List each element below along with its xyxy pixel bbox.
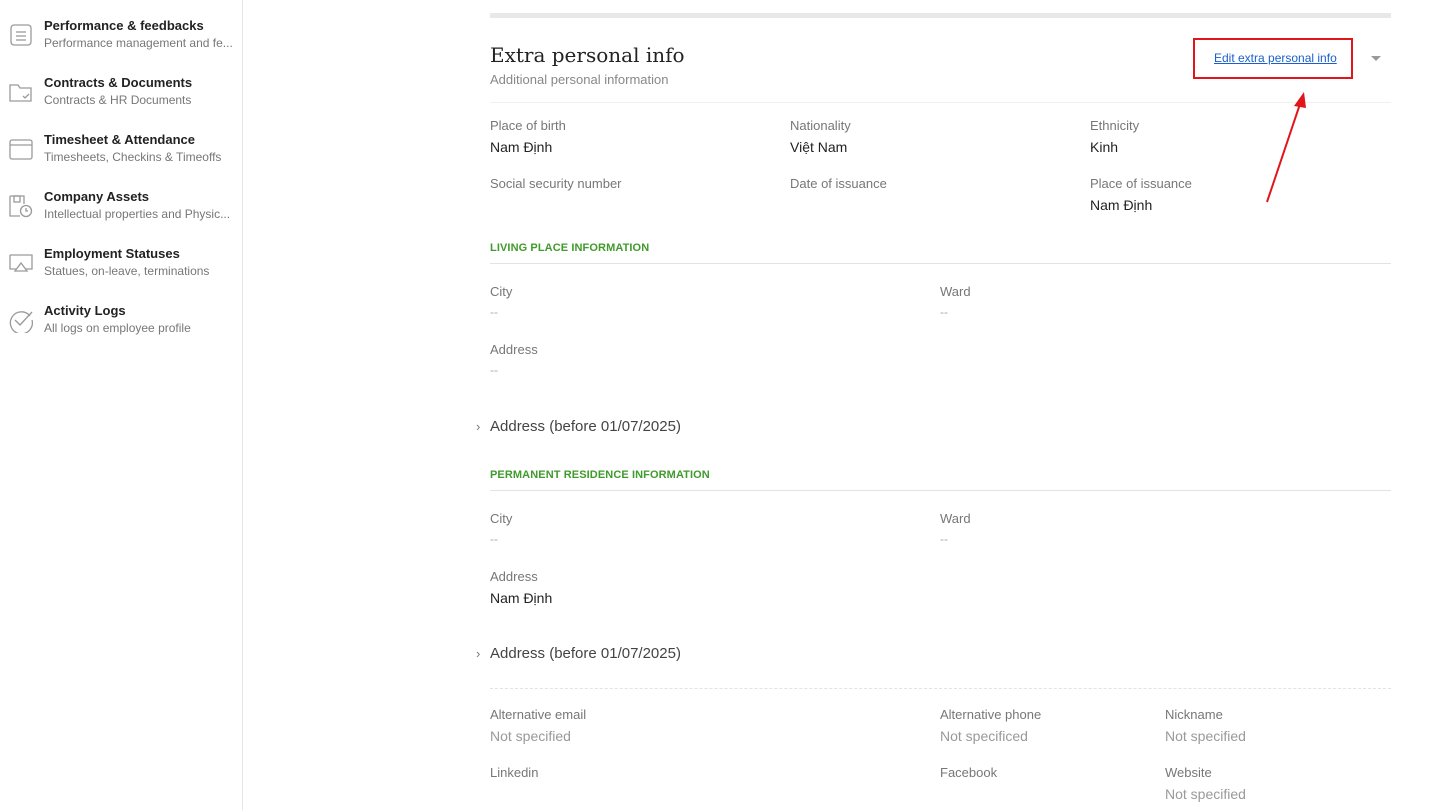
living-place-divider: [490, 263, 1391, 264]
sidebar-item-employment[interactable]: Employment Statuses Statues, on-leave, t…: [0, 246, 243, 296]
living-place-heading: LIVING PLACE INFORMATION: [490, 242, 650, 254]
permanent-city-field: City --: [490, 511, 512, 546]
monitor-icon: [8, 250, 34, 276]
sidebar: Performance & feedbacks Performance mana…: [0, 0, 243, 810]
living-address-field: Address --: [490, 342, 538, 377]
ethnicity-field: Ethnicity Kinh: [1090, 118, 1139, 155]
nickname-field: Nickname Not specified: [1165, 707, 1246, 744]
field-label: City: [490, 284, 513, 299]
sidebar-item-title: Performance & feedbacks: [44, 18, 204, 33]
toggle-label: Address (before 01/07/2025): [490, 645, 681, 662]
field-value: Kinh: [1090, 139, 1119, 155]
field-value: --: [940, 532, 948, 546]
sidebar-item-subtitle: All logs on employee profile: [44, 321, 191, 335]
ssn-field: Social security number: [490, 176, 622, 197]
sidebar-item-title: Activity Logs: [44, 303, 126, 318]
living-ward-field: Ward --: [940, 284, 971, 319]
field-label: City: [490, 511, 513, 526]
calendar-icon: [8, 136, 34, 162]
field-label: Address: [490, 342, 538, 357]
living-old-address-toggle[interactable]: › Address (before 01/07/2025): [476, 418, 681, 435]
alt-email-field: Alternative email Not specified: [490, 707, 586, 744]
linkedin-field: Linkedin: [490, 765, 538, 786]
field-value: --: [490, 532, 498, 546]
field-value: Not specified: [1165, 728, 1246, 744]
field-value: Not specified: [1165, 786, 1246, 802]
check-circle-icon: [8, 307, 34, 335]
sidebar-item-timesheet[interactable]: Timesheet & Attendance Timesheets, Check…: [0, 132, 243, 182]
sidebar-item-subtitle: Timesheets, Checkins & Timeoffs: [44, 150, 222, 164]
field-label: Facebook: [940, 765, 998, 780]
field-label: Ward: [940, 284, 971, 299]
field-label: Nationality: [790, 118, 851, 133]
sidebar-item-title: Timesheet & Attendance: [44, 132, 195, 147]
date-of-issuance-field: Date of issuance: [790, 176, 887, 197]
field-label: Ethnicity: [1090, 118, 1140, 133]
sidebar-item-contracts[interactable]: Contracts & Documents Contracts & HR Doc…: [0, 75, 243, 125]
field-value: Not specified: [490, 728, 571, 744]
facebook-field: Facebook: [940, 765, 997, 786]
contact-divider: [490, 688, 1391, 689]
sidebar-item-subtitle: Contracts & HR Documents: [44, 93, 192, 107]
permanent-residence-divider: [490, 490, 1391, 491]
sidebar-item-subtitle: Intellectual properties and Physic...: [44, 207, 231, 221]
sidebar-item-performance[interactable]: Performance & feedbacks Performance mana…: [0, 18, 243, 68]
permanent-ward-field: Ward --: [940, 511, 971, 546]
place-of-birth-field: Place of birth Nam Định: [490, 118, 566, 155]
sidebar-item-subtitle: Performance management and fe...: [44, 36, 233, 50]
field-label: Place of birth: [490, 118, 566, 133]
field-value: Nam Định: [490, 590, 553, 606]
asset-clock-icon: [8, 193, 34, 219]
field-label: Linkedin: [490, 765, 539, 780]
toggle-label: Address (before 01/07/2025): [490, 418, 681, 435]
field-value: Nam Định: [1090, 197, 1153, 213]
sidebar-item-activity[interactable]: Activity Logs All logs on employee profi…: [0, 303, 243, 353]
field-value: Việt Nam: [790, 139, 848, 155]
field-label: Address: [490, 569, 538, 584]
edit-extra-personal-info-link[interactable]: Edit extra personal info: [1214, 51, 1337, 65]
website-field: Website Not specified: [1165, 765, 1246, 802]
document-list-icon: [8, 22, 34, 48]
sidebar-item-title: Company Assets: [44, 189, 149, 204]
field-label: Alternative phone: [940, 707, 1042, 722]
field-label: Alternative email: [490, 707, 587, 722]
permanent-address-field: Address Nam Định: [490, 569, 552, 606]
sidebar-item-title: Employment Statuses: [44, 246, 180, 261]
field-value: Not specificed: [940, 728, 1028, 744]
section-top-divider: [490, 13, 1391, 18]
folder-check-icon: [8, 79, 34, 105]
field-value: --: [490, 363, 498, 377]
alt-phone-field: Alternative phone Not specificed: [940, 707, 1041, 744]
sidebar-item-assets[interactable]: Company Assets Intellectual properties a…: [0, 189, 243, 239]
field-value: Nam Định: [490, 139, 553, 155]
field-value: --: [490, 305, 498, 319]
field-label: Ward: [940, 511, 971, 526]
place-of-issuance-field: Place of issuance Nam Định: [1090, 176, 1192, 213]
field-value: --: [940, 305, 948, 319]
section-title: Extra personal info: [490, 43, 685, 67]
sidebar-item-subtitle: Statues, on-leave, terminations: [44, 264, 210, 278]
field-label: Date of issuance: [790, 176, 887, 191]
sidebar-item-title: Contracts & Documents: [44, 75, 193, 90]
extra-personal-info-panel: Extra personal info Additional personal …: [476, 0, 1391, 810]
field-label: Nickname: [1165, 707, 1223, 722]
field-label: Website: [1165, 765, 1212, 780]
chevron-right-icon: ›: [476, 646, 481, 661]
header-divider: [490, 102, 1391, 103]
permanent-old-address-toggle[interactable]: › Address (before 01/07/2025): [476, 645, 681, 662]
chevron-down-icon[interactable]: [1371, 56, 1381, 61]
chevron-right-icon: ›: [476, 419, 481, 434]
living-city-field: City --: [490, 284, 512, 319]
permanent-residence-heading: PERMANENT RESIDENCE INFORMATION: [490, 469, 710, 481]
section-subtitle: Additional personal information: [490, 72, 669, 87]
field-label: Place of issuance: [1090, 176, 1192, 191]
field-label: Social security number: [490, 176, 622, 191]
nationality-field: Nationality Việt Nam: [790, 118, 851, 155]
